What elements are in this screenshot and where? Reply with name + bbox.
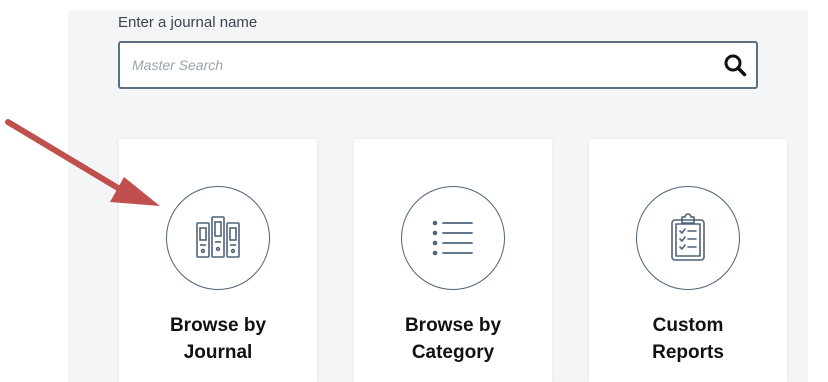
search-label: Enter a journal name xyxy=(118,14,258,31)
clipboard-icon-circle xyxy=(636,186,740,290)
card-label: Browse by Journal xyxy=(169,315,267,363)
card-label: Custom Reports xyxy=(652,315,724,363)
browse-by-category-card[interactable]: Browse by Category xyxy=(354,139,552,382)
browse-by-journal-card[interactable]: Browse by Journal xyxy=(119,139,317,382)
search-icon xyxy=(724,54,747,77)
list-icon-circle xyxy=(401,186,505,290)
clipboard-icon xyxy=(671,213,705,261)
custom-reports-card[interactable]: Custom Reports xyxy=(589,139,787,382)
search-field[interactable] xyxy=(118,41,758,89)
card-label: Browse by Category xyxy=(404,315,502,363)
journals-icon-circle xyxy=(166,186,270,290)
journals-icon xyxy=(196,216,240,258)
list-icon xyxy=(432,220,473,256)
search-input[interactable] xyxy=(132,43,722,87)
search-button[interactable] xyxy=(722,52,748,78)
